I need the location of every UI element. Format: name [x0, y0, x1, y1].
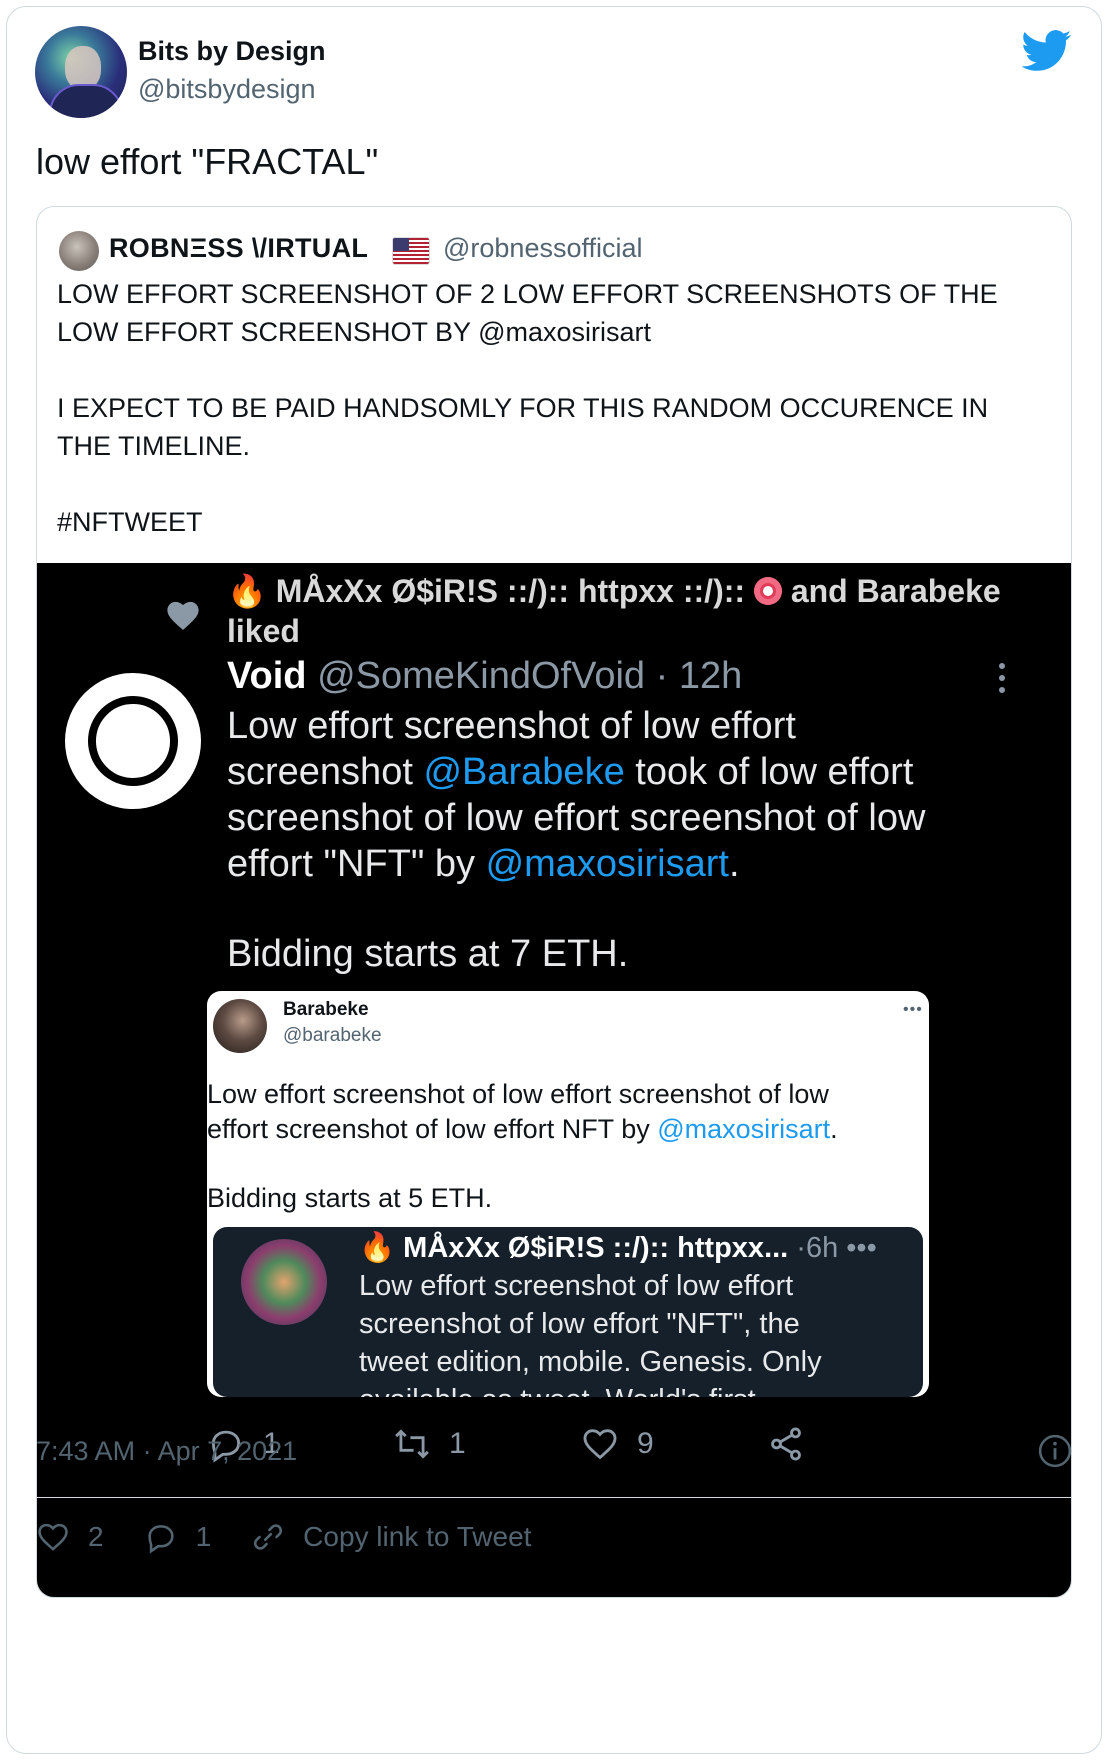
void-name: Void [227, 655, 307, 697]
us-flag-icon [392, 237, 430, 265]
quoted-line: LOW EFFORT SCREENSHOT BY @maxosirisart [57, 317, 652, 347]
divider [36, 1497, 1072, 1498]
link-icon [254, 1524, 283, 1550]
inner-line: available as tweet. World's first [359, 1381, 919, 1397]
mention-link: @maxosirisart [485, 843, 729, 885]
inner-line: screenshot of low effort "NFT", the [359, 1308, 800, 1340]
void-tweet-text: Low effort screenshot of low effort scre… [227, 703, 1027, 977]
embed-avatar [213, 999, 267, 1053]
void-line: screenshot @Barabeke took of low effort [227, 749, 1027, 795]
screenshot-action-row: 1 1 9 [207, 1419, 1027, 1469]
liked-by-text: 🔥 MÅxXx Ø$iR!S ::/):: httpxx ::/):: and … [227, 571, 1057, 651]
embedded-tweet-card: Barabeke @barabeke ••• Low effort screen… [207, 991, 929, 1397]
void-text: screenshot [227, 751, 424, 793]
void-handle: @SomeKindOfVoid · 12h [317, 655, 743, 697]
author-avatar[interactable] [35, 26, 127, 118]
void-line: Low effort screenshot of low effort [227, 705, 796, 747]
quoted-author-name: ROBNΞSS \/IRTUAL [109, 233, 369, 263]
reply-button[interactable]: 1 [144, 1520, 212, 1554]
void-line: Bidding starts at 7 ETH. [227, 933, 629, 975]
void-text: effort "NFT" by [227, 843, 486, 885]
mention-link: @Barabeke [423, 751, 625, 793]
quoted-line: I EXPECT TO BE PAID HANDSOMLY FOR THIS R… [57, 393, 989, 423]
embed-handle: @barabeke [283, 1025, 382, 1046]
liked-by-other: and Barabeke [790, 573, 1001, 609]
author-display-name[interactable]: Bits by Design [138, 36, 326, 67]
quoted-line: THE TIMELINE. [57, 431, 251, 461]
retweet-count: 1 [449, 1427, 466, 1460]
screenshot-like: 9 [581, 1419, 654, 1469]
heart-icon [38, 1523, 68, 1551]
embed-line: effort screenshot of low effort NFT by @… [207, 1112, 923, 1147]
embed-line: Low effort screenshot of low effort scre… [207, 1079, 829, 1109]
flower-icon [753, 577, 782, 605]
inner-line: tweet edition, mobile. Genesis. Only [359, 1346, 822, 1378]
tweet-timestamp[interactable]: 7:43 AM · Apr 7, 2021 [36, 1436, 297, 1467]
screenshot-retweet: 1 [393, 1419, 466, 1469]
quoted-author-handle: @robnessofficial [443, 233, 643, 263]
liked-label: liked [227, 613, 300, 649]
inner-avatar [241, 1239, 327, 1325]
void-avatar [65, 673, 201, 809]
void-line: effort "NFT" by @maxosirisart. [227, 841, 1027, 887]
inner-text: Low effort screenshot of low effort scre… [359, 1267, 919, 1397]
embed-text-span: . [830, 1114, 838, 1144]
inner-dark-tweet: 🔥 MÅxXx Ø$iR!S ::/):: httpxx... ·6h ••• … [213, 1227, 923, 1397]
mention-link: @maxosirisart [657, 1114, 831, 1144]
retweet-icon [395, 1429, 429, 1459]
reply-count: 1 [195, 1521, 212, 1552]
twitter-bird-icon[interactable] [1022, 30, 1072, 72]
quoted-line: LOW EFFORT SCREENSHOT OF 2 LOW EFFORT SC… [57, 279, 998, 309]
inner-time: ·6h ••• [788, 1232, 877, 1264]
quoted-author-avatar [59, 231, 99, 271]
tweet-text: low effort "FRACTAL" [36, 141, 379, 182]
void-text: took of low effort [624, 751, 914, 793]
embed-text-span: effort screenshot of low effort NFT by [207, 1114, 658, 1144]
heart-icon [167, 601, 199, 630]
void-header: Void @SomeKindOfVoid · 12h [227, 655, 742, 698]
void-line: screenshot of low effort screenshot of l… [227, 797, 926, 839]
share-icon [771, 1427, 801, 1461]
inner-line: Low effort screenshot of low effort [359, 1270, 794, 1302]
like-count: 9 [637, 1427, 654, 1460]
tweet-actions: 2 1 Copy link to Tweet [36, 1512, 571, 1562]
inner-name: 🔥 MÅxXx Ø$iR!S ::/):: httpxx... [359, 1232, 789, 1264]
more-options-icon: ••• [903, 1001, 923, 1018]
embed-text: Low effort screenshot of low effort scre… [207, 1077, 923, 1216]
embed-line: Bidding starts at 5 ETH. [207, 1183, 493, 1213]
more-options-icon [999, 663, 1007, 697]
like-count: 2 [88, 1521, 104, 1552]
quoted-tweet-text: LOW EFFORT SCREENSHOT OF 2 LOW EFFORT SC… [57, 275, 1057, 541]
void-text: . [728, 843, 740, 885]
hashtag: #NFTWEET [57, 507, 203, 537]
author-handle[interactable]: @bitsbydesign [138, 74, 316, 105]
embed-name: Barabeke [283, 999, 369, 1020]
info-icon[interactable] [1038, 1434, 1072, 1468]
heart-icon [583, 1429, 617, 1460]
copy-link-label: Copy link to Tweet [303, 1521, 532, 1552]
inner-header: 🔥 MÅxXx Ø$iR!S ::/):: httpxx... ·6h ••• [359, 1231, 877, 1265]
quoted-tweet[interactable]: ROBNΞSS \/IRTUAL @robnessofficial LOW EF… [36, 206, 1072, 1598]
like-button[interactable]: 2 [36, 1520, 104, 1554]
reply-icon [147, 1525, 174, 1554]
copy-link-button[interactable]: Copy link to Tweet [251, 1520, 531, 1554]
screenshot-share [767, 1419, 805, 1469]
liked-by-user: 🔥 MÅxXx Ø$iR!S ::/):: httpxx ::/):: [227, 573, 746, 609]
